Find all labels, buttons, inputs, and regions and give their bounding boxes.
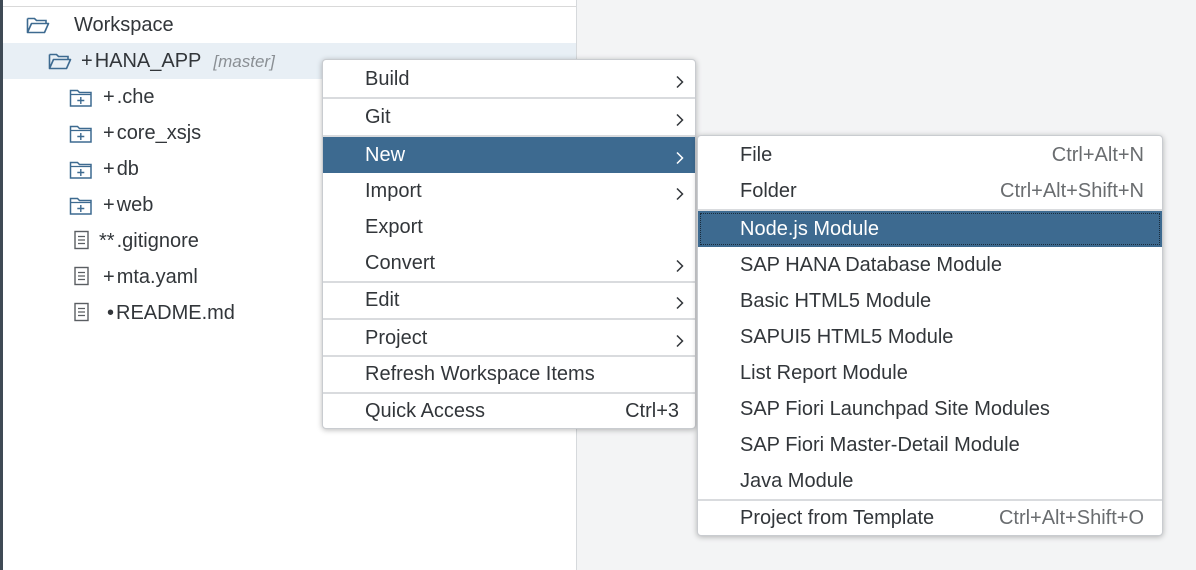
submenu-item-nodejs-module[interactable]: Node.js Module [698,211,1162,247]
folder-icon [69,122,92,144]
menu-item-edit[interactable]: Edit [323,282,695,318]
document-icon [73,266,95,288]
chevron-right-icon [675,256,685,273]
git-status-prefix: + [103,157,115,180]
menu-item-export[interactable]: Export [323,209,695,245]
submenu-item-list-report-module[interactable]: List Report Module [698,355,1162,391]
git-branch-label: [master] [213,51,275,71]
menu-item-import[interactable]: Import [323,173,695,209]
workspace-label: Workspace [74,13,174,36]
menu-item-label: Project [365,326,428,349]
git-status-prefix: + [103,85,115,108]
document-icon [73,230,95,252]
menu-item-label: SAP HANA Database Module [740,253,1003,276]
submenu-item-hana-db-module[interactable]: SAP HANA Database Module [698,247,1162,283]
chevron-right-icon [675,148,685,165]
git-status-prefix: + [103,121,115,144]
file-name: README.md [116,301,235,324]
context-menu: Build Git New Import Export Convert Edit… [322,59,696,429]
folder-name: db [116,157,139,180]
open-folder-icon [48,50,72,72]
open-folder-icon [26,14,50,36]
menu-item-label: Quick Access [365,399,486,422]
menu-item-git[interactable]: Git [323,99,695,135]
submenu-item-folder[interactable]: Folder Ctrl+Alt+Shift+N [698,173,1162,209]
submenu-item-basic-html5-module[interactable]: Basic HTML5 Module [698,283,1162,319]
document-icon [73,302,95,324]
folder-name: web [116,193,154,216]
project-name: HANA_APP [94,49,202,72]
menu-item-build[interactable]: Build [323,61,695,97]
menu-item-label: List Report Module [740,361,908,384]
submenu-item-file[interactable]: File Ctrl+Alt+N [698,137,1162,173]
submenu-item-project-from-template[interactable]: Project from Template Ctrl+Alt+Shift+O [698,500,1162,536]
submenu-item-sapui5-module[interactable]: SAPUI5 HTML5 Module [698,319,1162,355]
menu-item-label: SAP Fiori Master-Detail Module [740,433,1020,456]
folder-icon [69,86,92,108]
git-status-prefix: + [103,193,115,216]
menu-item-label: File [740,143,773,166]
menu-item-label: Edit [365,288,400,311]
menu-item-label: Refresh Workspace Items [365,362,595,385]
menu-item-quick-access[interactable]: Quick Access Ctrl+3 [323,393,695,429]
folder-name: core_xsjs [116,121,202,144]
submenu-item-master-detail-module[interactable]: SAP Fiori Master-Detail Module [698,427,1162,463]
menu-item-label: Project from Template [740,506,935,529]
menu-item-label: Folder [740,179,797,202]
folder-name: .che [116,85,155,108]
menu-item-label: Convert [365,251,436,274]
chevron-right-icon [675,110,685,127]
menu-item-new[interactable]: New [323,137,695,173]
menu-item-label: Node.js Module [740,217,879,240]
chevron-right-icon [675,72,685,89]
chevron-right-icon [675,293,685,310]
shortcut-label: Ctrl+Alt+Shift+O [998,506,1144,529]
file-name: mta.yaml [116,265,198,288]
shortcut-label: Ctrl+3 [625,399,679,422]
menu-item-label: Java Module [740,469,854,492]
chevron-right-icon [675,184,685,201]
git-status-prefix: ** [99,229,115,252]
new-submenu: File Ctrl+Alt+N Folder Ctrl+Alt+Shift+N … [697,135,1163,536]
menu-item-label: SAP Fiori Launchpad Site Modules [740,397,1050,420]
submenu-item-java-module[interactable]: Java Module [698,463,1162,499]
submenu-item-launchpad-site-modules[interactable]: SAP Fiori Launchpad Site Modules [698,391,1162,427]
menu-item-project[interactable]: Project [323,320,695,356]
menu-item-label: Export [365,215,423,238]
menu-item-label: Git [365,105,391,128]
tree-root-workspace[interactable]: Workspace [3,7,576,43]
menu-item-label: SAPUI5 HTML5 Module [740,325,954,348]
menu-item-label: Build [365,67,410,90]
folder-icon [69,158,92,180]
file-name: .gitignore [116,229,199,252]
git-status-prefix: + [81,49,93,72]
menu-item-convert[interactable]: Convert [323,245,695,281]
menu-item-label: New [365,143,406,166]
git-status-prefix: • [107,301,115,324]
menu-item-label: Import [365,179,422,202]
shortcut-label: Ctrl+Alt+Shift+N [1000,179,1144,202]
chevron-right-icon [675,331,685,348]
folder-icon [69,194,92,216]
git-status-prefix: + [103,265,115,288]
menu-item-refresh-workspace[interactable]: Refresh Workspace Items [323,356,695,392]
menu-item-label: Basic HTML5 Module [740,289,932,312]
shortcut-label: Ctrl+Alt+N [1051,143,1144,166]
